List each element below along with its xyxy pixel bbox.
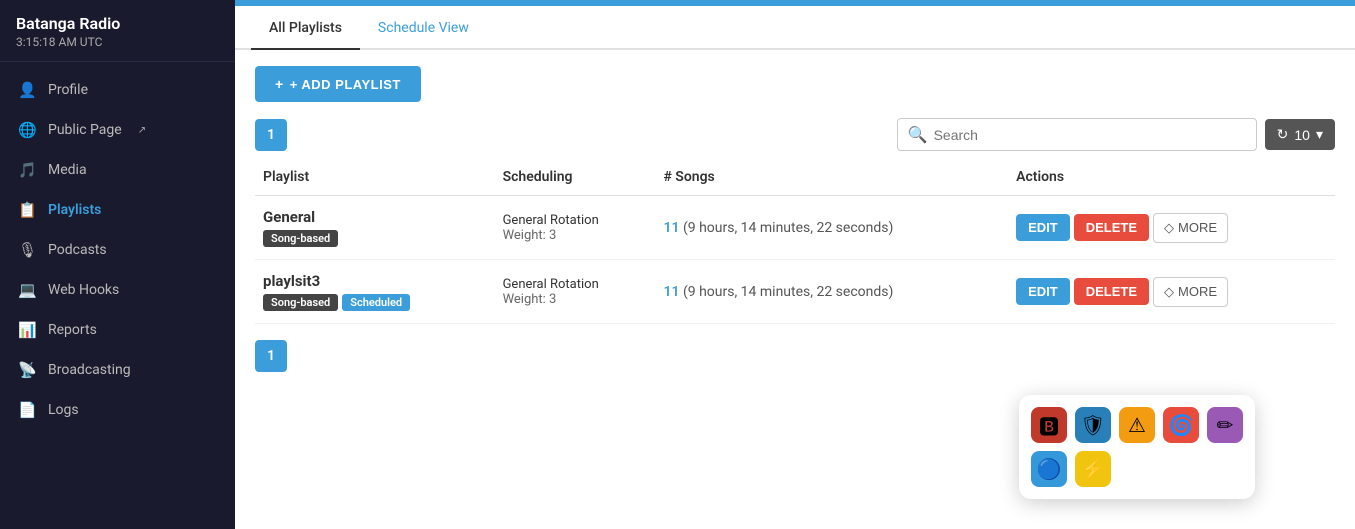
songs-duration: (9 hours, 14 minutes, 22 seconds) [683, 220, 893, 236]
media-icon: 🎵 [18, 161, 36, 179]
playlist-badge: Song-based [263, 230, 338, 247]
sidebar: Batanga Radio 3:15:18 AM UTC ✎ 👤 Profile… [0, 0, 235, 529]
add-playlist-button[interactable]: + + ADD PLAYLIST [255, 66, 421, 102]
scheduling-cell: General RotationWeight: 3 [495, 260, 656, 324]
overlay-icon-1[interactable]: 🅱 [1031, 407, 1067, 443]
delete-button[interactable]: DELETE [1074, 278, 1149, 305]
tabs-row: All Playlists Schedule View [235, 6, 1355, 50]
sidebar-item-webhooks[interactable]: 💻 Web Hooks [0, 270, 235, 310]
songs-count: 11 [663, 284, 682, 300]
playlist-name: playlsit3 [263, 272, 487, 290]
sidebar-item-label: Profile [48, 82, 88, 98]
search-input[interactable] [934, 127, 1246, 143]
playlist-name: General [263, 208, 487, 226]
logs-icon: 📄 [18, 401, 36, 419]
delete-button[interactable]: DELETE [1074, 214, 1149, 241]
bottom-page-badge: 1 [255, 340, 287, 372]
page-number-badge: 1 [255, 119, 287, 151]
diamond-icon: ◇ [1164, 284, 1174, 300]
overlay-icon-3[interactable]: ⚠ [1119, 407, 1155, 443]
actions-cell: EDITDELETE◇ MORE [1008, 196, 1335, 260]
edit-station-icon[interactable]: ✎ [206, 0, 219, 5]
weight-text: Weight: 3 [503, 292, 648, 307]
sidebar-item-public-page[interactable]: 🌐 Public Page ↗ [0, 110, 235, 150]
station-name: Batanga Radio [16, 14, 120, 33]
screenshot-overlay: 🅱 🛡 ⚠ 🌀 ✏ 🔵 ⚡ [1019, 395, 1255, 499]
more-button[interactable]: ◇ MORE [1153, 277, 1228, 307]
scheduling-cell: General RotationWeight: 3 [495, 196, 656, 260]
search-box: 🔍 [897, 118, 1257, 151]
overlay-icon-7[interactable]: ⚡ [1075, 451, 1111, 487]
scheduling-text: General Rotation [503, 277, 648, 292]
sidebar-item-label: Podcasts [48, 242, 107, 258]
playlist-badge: Song-based [263, 294, 338, 311]
sidebar-item-profile[interactable]: 👤 Profile [0, 70, 235, 110]
refresh-button[interactable]: ↻ 10 ▾ [1265, 119, 1335, 150]
public-page-icon: 🌐 [18, 121, 36, 139]
col-playlist: Playlist [255, 159, 495, 196]
sidebar-item-playlists[interactable]: 📋 Playlists [0, 190, 235, 230]
sidebar-item-label: Media [48, 162, 87, 178]
table-row: General Song-based General RotationWeight:… [255, 196, 1335, 260]
sidebar-item-logs[interactable]: 📄 Logs [0, 390, 235, 430]
action-buttons: EDITDELETE◇ MORE [1016, 213, 1327, 243]
playlist-cell: General Song-based [255, 196, 495, 260]
songs-cell: 11 (9 hours, 14 minutes, 22 seconds) [655, 196, 1008, 260]
table-header: Playlist Scheduling # Songs Actions [255, 159, 1335, 196]
songs-count: 11 [663, 220, 682, 236]
tab-schedule-view[interactable]: Schedule View [360, 6, 487, 50]
diamond-icon: ◇ [1164, 220, 1174, 236]
actions-cell: EDITDELETE◇ MORE [1008, 260, 1335, 324]
table-row: playlsit3 Song-basedScheduled General Rota… [255, 260, 1335, 324]
col-scheduling: Scheduling [495, 159, 656, 196]
edit-button[interactable]: EDIT [1016, 214, 1070, 241]
chevron-down-icon: ▾ [1316, 126, 1323, 143]
sidebar-item-podcasts[interactable]: 🎙 Podcasts [0, 230, 235, 270]
playlist-cell: playlsit3 Song-basedScheduled [255, 260, 495, 324]
col-songs: # Songs [655, 159, 1008, 196]
action-buttons: EDITDELETE◇ MORE [1016, 277, 1327, 307]
songs-duration: (9 hours, 14 minutes, 22 seconds) [683, 284, 893, 300]
external-link-icon: ↗ [138, 125, 146, 136]
playlists-table: Playlist Scheduling # Songs Actions Gene… [255, 159, 1335, 324]
bottom-row: 1 [255, 340, 1335, 372]
station-time: 3:15:18 AM UTC [16, 35, 120, 49]
reports-icon: 📊 [18, 321, 36, 339]
sidebar-nav: 👤 Profile 🌐 Public Page ↗ 🎵 Media 📋 Play… [0, 62, 235, 529]
sidebar-item-reports[interactable]: 📊 Reports [0, 310, 235, 350]
sidebar-header: Batanga Radio 3:15:18 AM UTC ✎ [0, 0, 235, 62]
add-icon: + [275, 76, 284, 92]
overlay-icon-4[interactable]: 🌀 [1163, 407, 1199, 443]
search-icon: 🔍 [908, 125, 928, 144]
songs-cell: 11 (9 hours, 14 minutes, 22 seconds) [655, 260, 1008, 324]
search-container: 🔍 ↻ 10 ▾ [897, 118, 1335, 151]
sidebar-item-broadcasting[interactable]: 📡 Broadcasting [0, 350, 235, 390]
weight-text: Weight: 3 [503, 228, 648, 243]
edit-button[interactable]: EDIT [1016, 278, 1070, 305]
refresh-icon: ↻ [1277, 126, 1289, 143]
profile-icon: 👤 [18, 81, 36, 99]
sidebar-item-label: Public Page [48, 122, 122, 138]
sidebar-item-label: Playlists [48, 202, 101, 218]
playlist-badge: Scheduled [342, 294, 410, 311]
overlay-icon-6[interactable]: 🔵 [1031, 451, 1067, 487]
playlists-icon: 📋 [18, 201, 36, 219]
table-body: GeneralSong-basedGeneral RotationWeight:… [255, 196, 1335, 324]
broadcasting-icon: 📡 [18, 361, 36, 379]
sidebar-item-label: Reports [48, 322, 97, 338]
overlay-icon-5[interactable]: ✏ [1207, 407, 1243, 443]
sidebar-item-label: Web Hooks [48, 282, 119, 298]
overlay-icon-2[interactable]: 🛡 [1075, 407, 1111, 443]
sidebar-item-media[interactable]: 🎵 Media [0, 150, 235, 190]
sidebar-item-label: Broadcasting [48, 362, 131, 378]
podcasts-icon: 🎙 [18, 241, 36, 259]
sidebar-item-label: Logs [48, 402, 79, 418]
scheduling-text: General Rotation [503, 213, 648, 228]
more-button[interactable]: ◇ MORE [1153, 213, 1228, 243]
webhooks-icon: 💻 [18, 281, 36, 299]
tab-all-playlists[interactable]: All Playlists [251, 6, 360, 50]
toolbar-row: 1 🔍 ↻ 10 ▾ [255, 118, 1335, 151]
col-actions: Actions [1008, 159, 1335, 196]
